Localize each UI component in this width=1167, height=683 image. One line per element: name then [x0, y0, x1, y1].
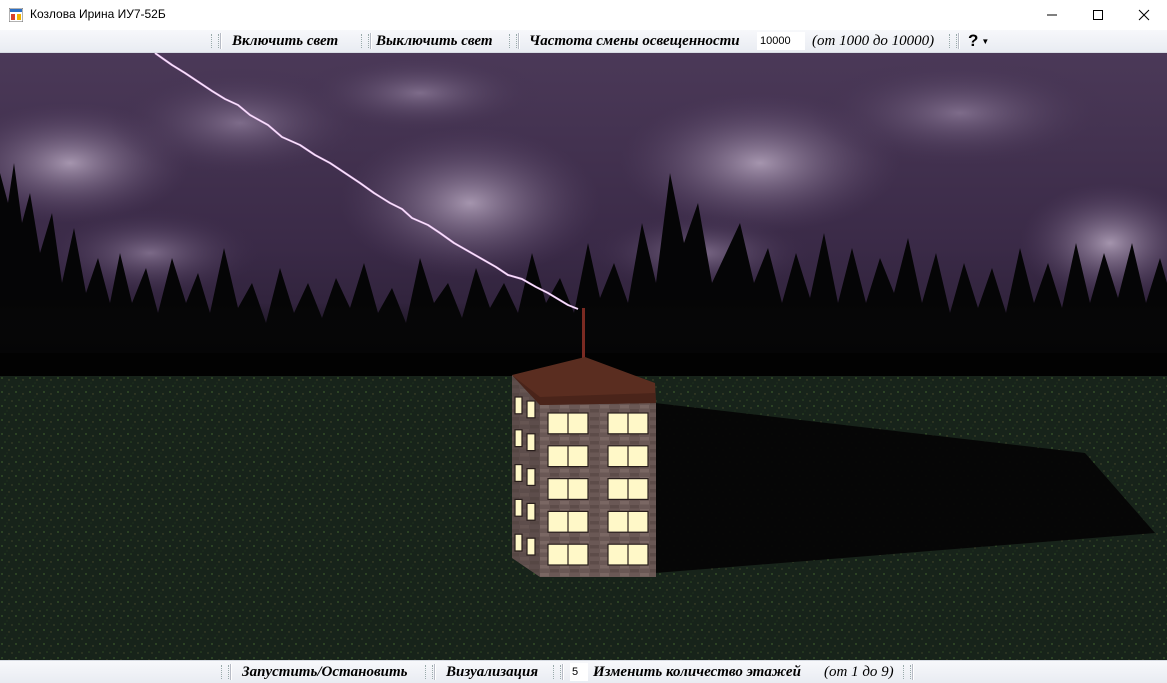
scene-canvas	[0, 53, 1167, 660]
toolbar-separator	[902, 661, 914, 683]
window	[514, 498, 523, 517]
visualization-button[interactable]: Визуализация	[446, 661, 538, 683]
maximize-button[interactable]	[1075, 0, 1121, 30]
maximize-icon	[1093, 10, 1103, 20]
title-bar: Козлова Ирина ИУ7-52Б	[0, 0, 1167, 30]
window	[514, 464, 523, 483]
frequency-label: Частота смены освещенности	[529, 32, 740, 49]
light-off-button[interactable]: Выключить свет	[376, 30, 493, 52]
top-toolbar: Включить свет Выключить свет Частота сме…	[0, 30, 1167, 53]
change-floors-button[interactable]: Изменить количество этажей	[593, 661, 801, 683]
start-stop-button[interactable]: Запустить/Остановить	[242, 661, 408, 683]
window	[526, 537, 536, 556]
render-viewport	[0, 53, 1167, 660]
window	[514, 396, 523, 415]
light-on-button[interactable]: Включить свет	[232, 30, 338, 52]
minimize-button[interactable]	[1029, 0, 1075, 30]
app-icon	[9, 8, 23, 22]
lightning-rod	[582, 308, 585, 360]
frequency-input[interactable]	[757, 32, 805, 50]
window	[514, 429, 523, 448]
frequency-range-label: (от 1000 до 10000)	[812, 32, 935, 49]
floors-input[interactable]	[570, 663, 588, 681]
toolbar-grip[interactable]	[220, 661, 232, 683]
close-button[interactable]	[1121, 0, 1167, 30]
help-dropdown[interactable]: ? ▼	[968, 30, 989, 52]
window	[526, 400, 536, 419]
window	[526, 502, 536, 521]
toolbar-separator	[508, 30, 520, 52]
window-title: Козлова Ирина ИУ7-52Б	[30, 7, 166, 21]
toolbar-separator	[948, 30, 960, 52]
toolbar-separator	[552, 661, 564, 683]
minimize-icon	[1047, 14, 1057, 16]
toolbar-separator	[360, 30, 372, 52]
toolbar-grip[interactable]	[210, 30, 222, 52]
bottom-toolbar: Запустить/Остановить Визуализация Измени…	[0, 660, 1167, 683]
window	[526, 433, 536, 452]
chevron-down-icon: ▼	[981, 36, 990, 46]
window	[526, 468, 536, 487]
window	[514, 533, 523, 552]
help-label: ?	[968, 31, 979, 50]
close-icon	[1138, 9, 1150, 21]
toolbar-separator	[424, 661, 436, 683]
floors-range-label: (от 1 до 9)	[824, 663, 894, 680]
